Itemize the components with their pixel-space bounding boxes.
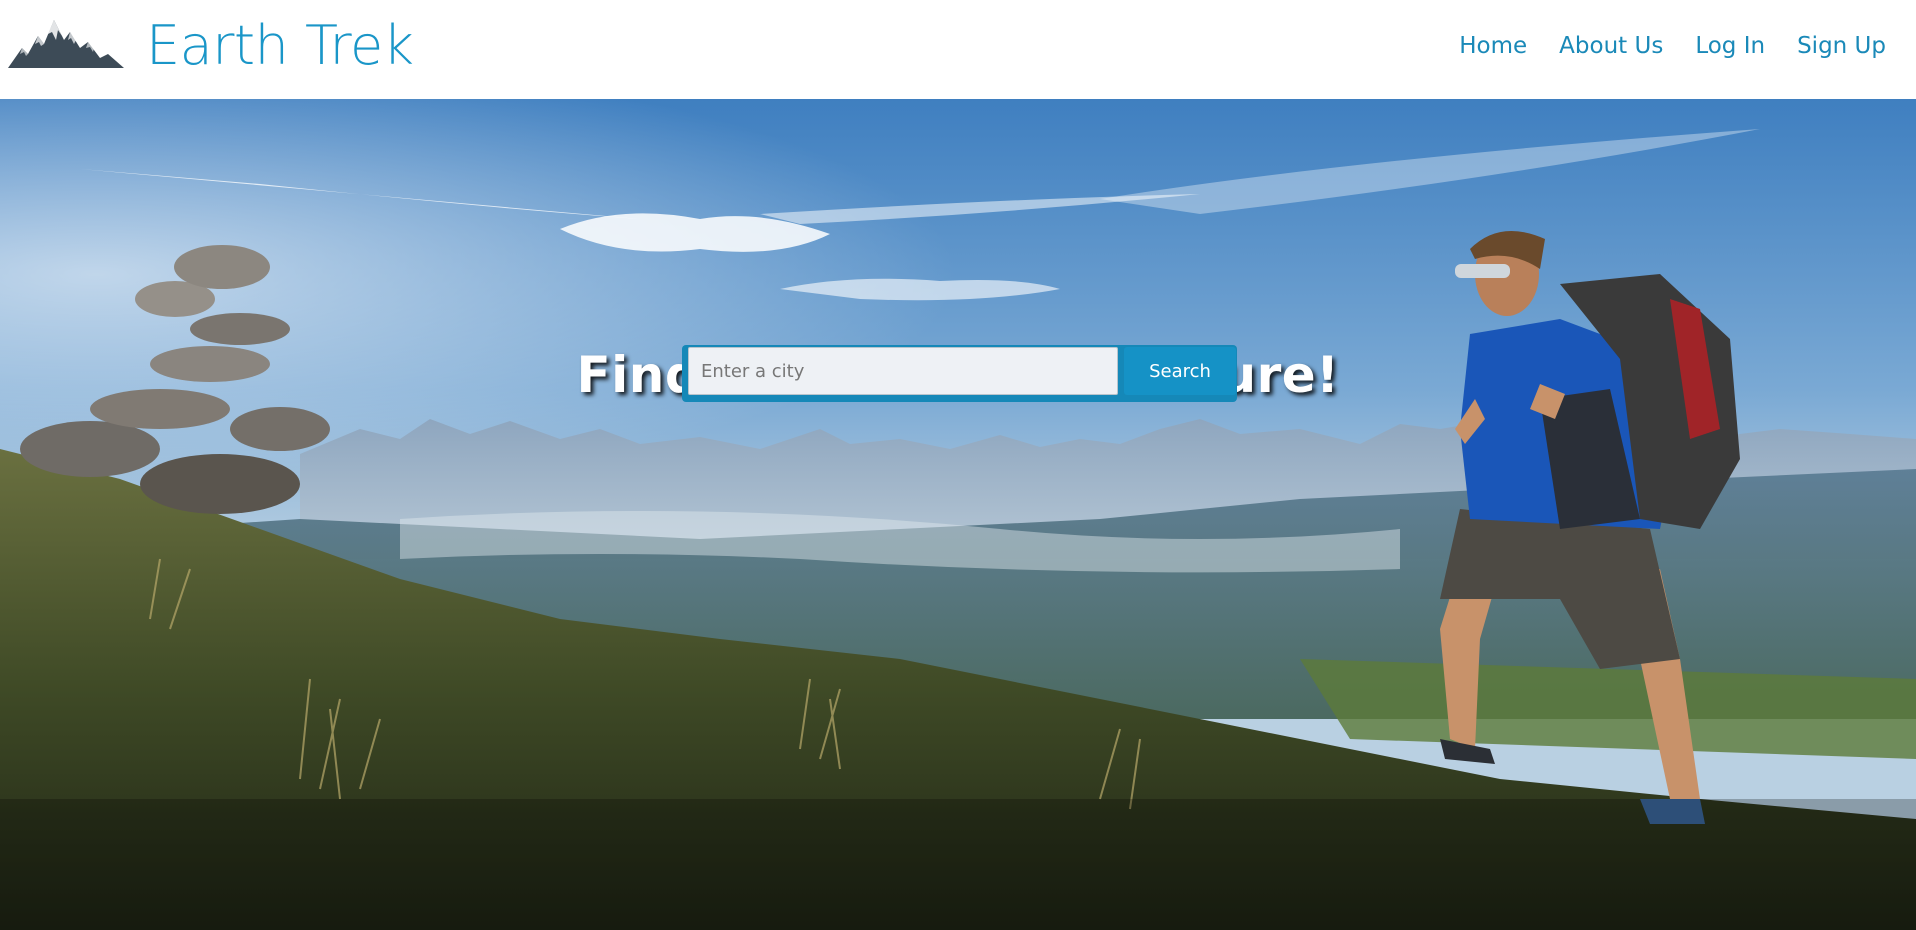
nav-about-us-link[interactable]: About Us (1559, 30, 1663, 62)
main-nav: Home About Us Log In Sign Up (1459, 30, 1886, 62)
nav-sign-up-link[interactable]: Sign Up (1797, 30, 1886, 62)
hero-background-image (0, 99, 1916, 930)
city-search-input[interactable] (688, 347, 1118, 395)
site-header: Earth Trek Home About Us Log In Sign Up (0, 0, 1916, 99)
hero-section: Find Your Next Adventure! (0, 99, 1916, 930)
nav-log-in-link[interactable]: Log In (1695, 30, 1765, 62)
brand-name[interactable]: Earth Trek (146, 14, 414, 78)
search-button[interactable]: Search (1124, 347, 1236, 395)
nav-home-link[interactable]: Home (1459, 30, 1527, 62)
mountain-logo-icon[interactable] (8, 14, 124, 70)
